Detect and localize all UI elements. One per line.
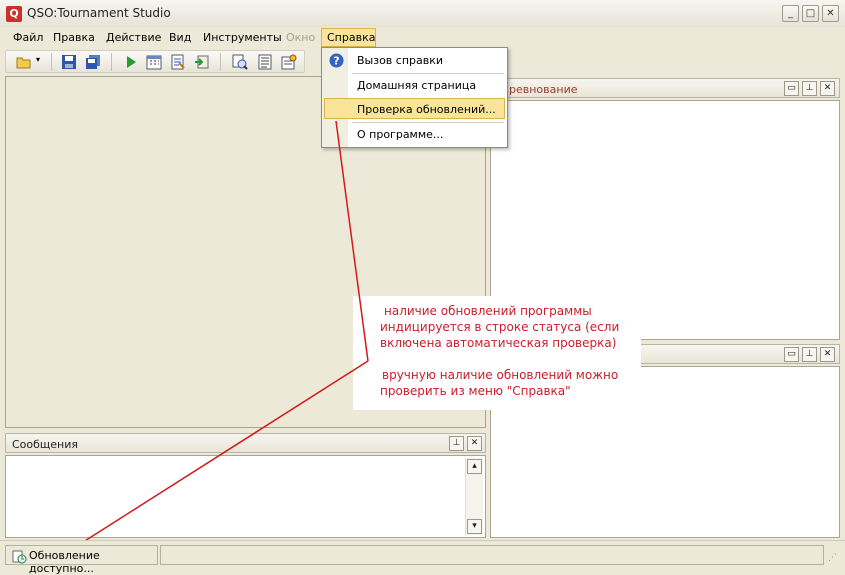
update-status-text: Обновление доступно... <box>29 549 100 575</box>
resize-grip-icon[interactable]: ⋰ <box>828 553 837 563</box>
annotation-arrows <box>79 120 369 545</box>
status-bar: Обновление доступно... ⋰ <box>0 540 845 575</box>
arrow-to-menu <box>335 120 369 362</box>
status-panel <box>160 545 824 565</box>
update-available-icon <box>12 549 27 567</box>
arrow-to-status <box>79 360 369 545</box>
update-status-cell[interactable]: Обновление доступно... <box>5 545 158 575</box>
